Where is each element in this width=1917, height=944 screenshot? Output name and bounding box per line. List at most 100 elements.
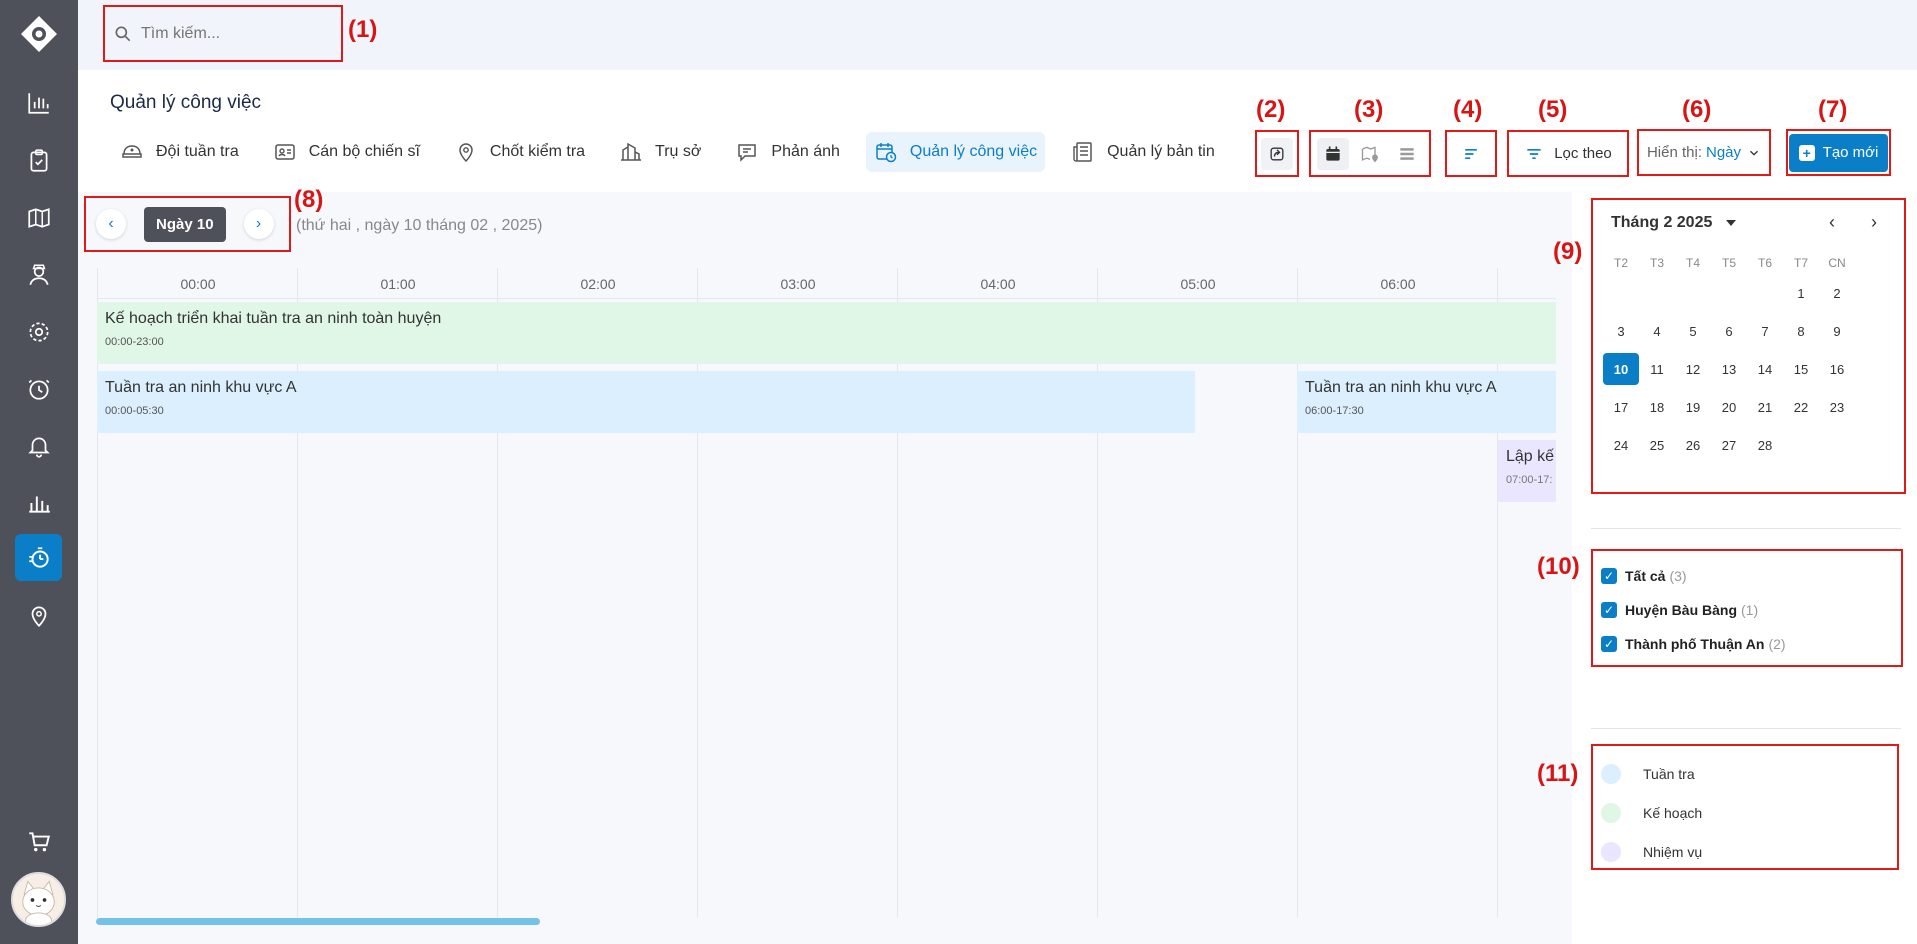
legend-color-dot	[1601, 802, 1621, 823]
tab-headquarters[interactable]: Trụ sở	[611, 132, 709, 172]
patrol-hat-icon	[122, 145, 142, 158]
event-block[interactable]: Lập kế 07:00-17:	[1498, 440, 1556, 502]
calendar-day[interactable]: 8	[1783, 315, 1819, 347]
bar-stats-icon[interactable]	[15, 479, 62, 526]
calendar-day[interactable]: 11	[1639, 353, 1675, 385]
clock-alert-icon[interactable]	[15, 365, 62, 412]
calendar-day[interactable]: 25	[1639, 429, 1675, 461]
filter-item-bau-bang[interactable]: ✓ Huyện Bàu Bàng (1)	[1601, 593, 1893, 627]
map-view-button[interactable]	[1354, 138, 1386, 170]
tab-checkpoints[interactable]: Chốt kiểm tra	[446, 132, 593, 172]
calendar-day[interactable]: 21	[1747, 391, 1783, 423]
officer-icon[interactable]	[15, 251, 62, 298]
tab-officers[interactable]: Cán bộ chiến sĩ	[265, 132, 428, 172]
calendar-day[interactable]: 10	[1603, 353, 1639, 385]
calendar-day[interactable]: 5	[1675, 315, 1711, 347]
checkbox-checked-icon[interactable]: ✓	[1601, 602, 1617, 618]
calendar-day[interactable]: 14	[1747, 353, 1783, 385]
calendar-day[interactable]: 17	[1603, 391, 1639, 423]
full-date-text: (thứ hai , ngày 10 tháng 02 , 2025)	[296, 217, 543, 234]
bell-icon[interactable]	[15, 422, 62, 469]
tab-news-management[interactable]: Quản lý bản tin	[1063, 132, 1223, 172]
page-title: Quản lý công việc	[110, 92, 262, 113]
calendar-view-button[interactable]	[1317, 137, 1349, 170]
create-new-button[interactable]: + Tạo mới	[1788, 133, 1889, 172]
legend-item: Kế hoạch	[1601, 793, 1889, 832]
weekday-label: T3	[1649, 256, 1664, 270]
calendar-weeks: 1 2 3 4 5 6 7 8 9 10 11 12 13 14 15 16 17 18 19 20 21 22 23 24 2…	[1603, 274, 1855, 464]
filter-button[interactable]: Lọc theo	[1507, 130, 1629, 177]
calendar-day[interactable]: 3	[1603, 315, 1639, 347]
dashboard-chart-icon[interactable]	[15, 79, 62, 126]
filter-item-thuan-an[interactable]: ✓ Thành phố Thuận An (2)	[1601, 627, 1893, 661]
tab-feedback[interactable]: Phản ánh	[727, 132, 848, 172]
clipboard-check-icon[interactable]	[15, 137, 62, 184]
export-button[interactable]	[1261, 137, 1293, 170]
tab-patrol-team[interactable]: Đội tuần tra	[112, 132, 247, 172]
annotation-label: (6)	[1682, 96, 1712, 123]
calendar-day[interactable]: 1	[1783, 277, 1819, 309]
event-block[interactable]: Tuần tra an ninh khu vực A 06:00-17:30	[1297, 371, 1556, 433]
event-block[interactable]: Kế hoạch triển khai tuần tra an ninh toà…	[97, 302, 1556, 364]
calendar-day[interactable]: 12	[1675, 353, 1711, 385]
calendar-day[interactable]: 24	[1603, 429, 1639, 461]
display-mode-select[interactable]: Hiển thị: Ngày	[1637, 129, 1771, 176]
calendar-week-row: 17 18 19 20 21 22 23	[1603, 388, 1855, 426]
next-month-button[interactable]: ›	[1871, 212, 1877, 233]
calendar-day[interactable]: 26	[1675, 429, 1711, 461]
hour-column	[1497, 268, 1498, 918]
filter-item-all[interactable]: ✓ Tất cả (3)	[1601, 559, 1893, 593]
checkbox-checked-icon[interactable]: ✓	[1601, 636, 1617, 652]
search-input[interactable]	[141, 24, 321, 43]
calendar-day[interactable]: 9	[1819, 315, 1855, 347]
event-time: 00:00-05:30	[105, 405, 164, 417]
avatar[interactable]	[11, 872, 66, 927]
tab-task-management[interactable]: Quản lý công việc	[865, 132, 1046, 172]
filter-count: (1)	[1741, 602, 1759, 618]
legend-item: Nhiệm vụ	[1601, 832, 1889, 871]
mini-calendar: Tháng 2 2025 ‹ › T2 T3 T4 T5 T6 T7 CN 12…	[1591, 198, 1906, 494]
prev-month-button[interactable]: ‹	[1829, 212, 1835, 233]
next-day-button[interactable]: ›	[243, 209, 274, 239]
annotation-label: (8)	[294, 186, 324, 213]
calendar-day[interactable]: 28	[1747, 429, 1783, 461]
month-select[interactable]: Tháng 2 2025	[1611, 214, 1737, 232]
task-timer-icon[interactable]	[15, 534, 62, 581]
calendar-day[interactable]: 15	[1783, 353, 1819, 385]
building-icon	[621, 142, 642, 161]
map-icon[interactable]	[15, 194, 62, 241]
filter-label: Thành phố Thuận An	[1625, 636, 1765, 652]
checkbox-checked-icon[interactable]: ✓	[1601, 568, 1617, 584]
calendar-day[interactable]: 23	[1819, 391, 1855, 423]
location-settings-icon[interactable]	[15, 592, 62, 639]
calendar-day[interactable]: 13	[1711, 353, 1747, 385]
hour-column: 03:00	[697, 268, 816, 918]
calendar-day[interactable]: 19	[1675, 391, 1711, 423]
calendar-day[interactable]: 16	[1819, 353, 1855, 385]
calendar-day[interactable]: 6	[1711, 315, 1747, 347]
cart-icon[interactable]	[15, 818, 62, 865]
calendar-day[interactable]: 4	[1639, 315, 1675, 347]
calendar-day[interactable]: 18	[1639, 391, 1675, 423]
list-icon	[1400, 147, 1414, 160]
event-title: Tuần tra an ninh khu vực A	[1305, 379, 1497, 396]
hour-label: 01:00	[380, 276, 416, 292]
filter-count: (3)	[1669, 568, 1687, 584]
calendar-day[interactable]: 2	[1819, 277, 1855, 309]
tab-label: Cán bộ chiến sĩ	[308, 143, 420, 160]
sort-button[interactable]	[1455, 138, 1487, 170]
app-logo-icon[interactable]	[19, 14, 59, 54]
list-view-button[interactable]	[1391, 138, 1423, 170]
calendar-day[interactable]: 22	[1783, 391, 1819, 423]
hour-column: 04:00	[897, 268, 1016, 918]
hour-label: 03:00	[780, 276, 816, 292]
calendar-clock-icon	[876, 143, 897, 163]
search-box[interactable]	[103, 5, 343, 62]
calendar-day[interactable]: 20	[1711, 391, 1747, 423]
gear-icon[interactable]	[15, 308, 62, 355]
calendar-day[interactable]: 27	[1711, 429, 1747, 461]
prev-day-button[interactable]: ‹	[96, 209, 126, 239]
horizontal-scrollbar[interactable]	[96, 918, 540, 925]
event-block[interactable]: Tuần tra an ninh khu vực A 00:00-05:30	[97, 371, 1195, 433]
calendar-day[interactable]: 7	[1747, 315, 1783, 347]
